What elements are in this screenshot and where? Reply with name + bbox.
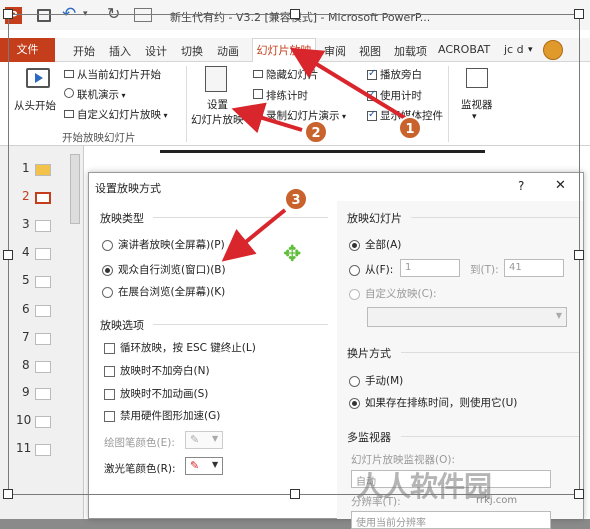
powerpoint-window: P ↶ ▾ ↻ 新生代有约 - V3.2 [兼容模式] - Microsoft … [0, 0, 590, 529]
annotation-badge-3: 3 [284, 187, 308, 211]
watermark-sub: rrkj.com [476, 495, 518, 506]
annotation-arrows [221, 47, 407, 262]
arrow-1 [289, 47, 407, 120]
arrow-3 [221, 208, 287, 262]
arrow-2 [231, 102, 303, 134]
annotation-badge-2: 2 [304, 120, 328, 144]
annotation-badge-1: 1 [398, 116, 422, 140]
watermark: 人人软件园 [356, 470, 492, 503]
